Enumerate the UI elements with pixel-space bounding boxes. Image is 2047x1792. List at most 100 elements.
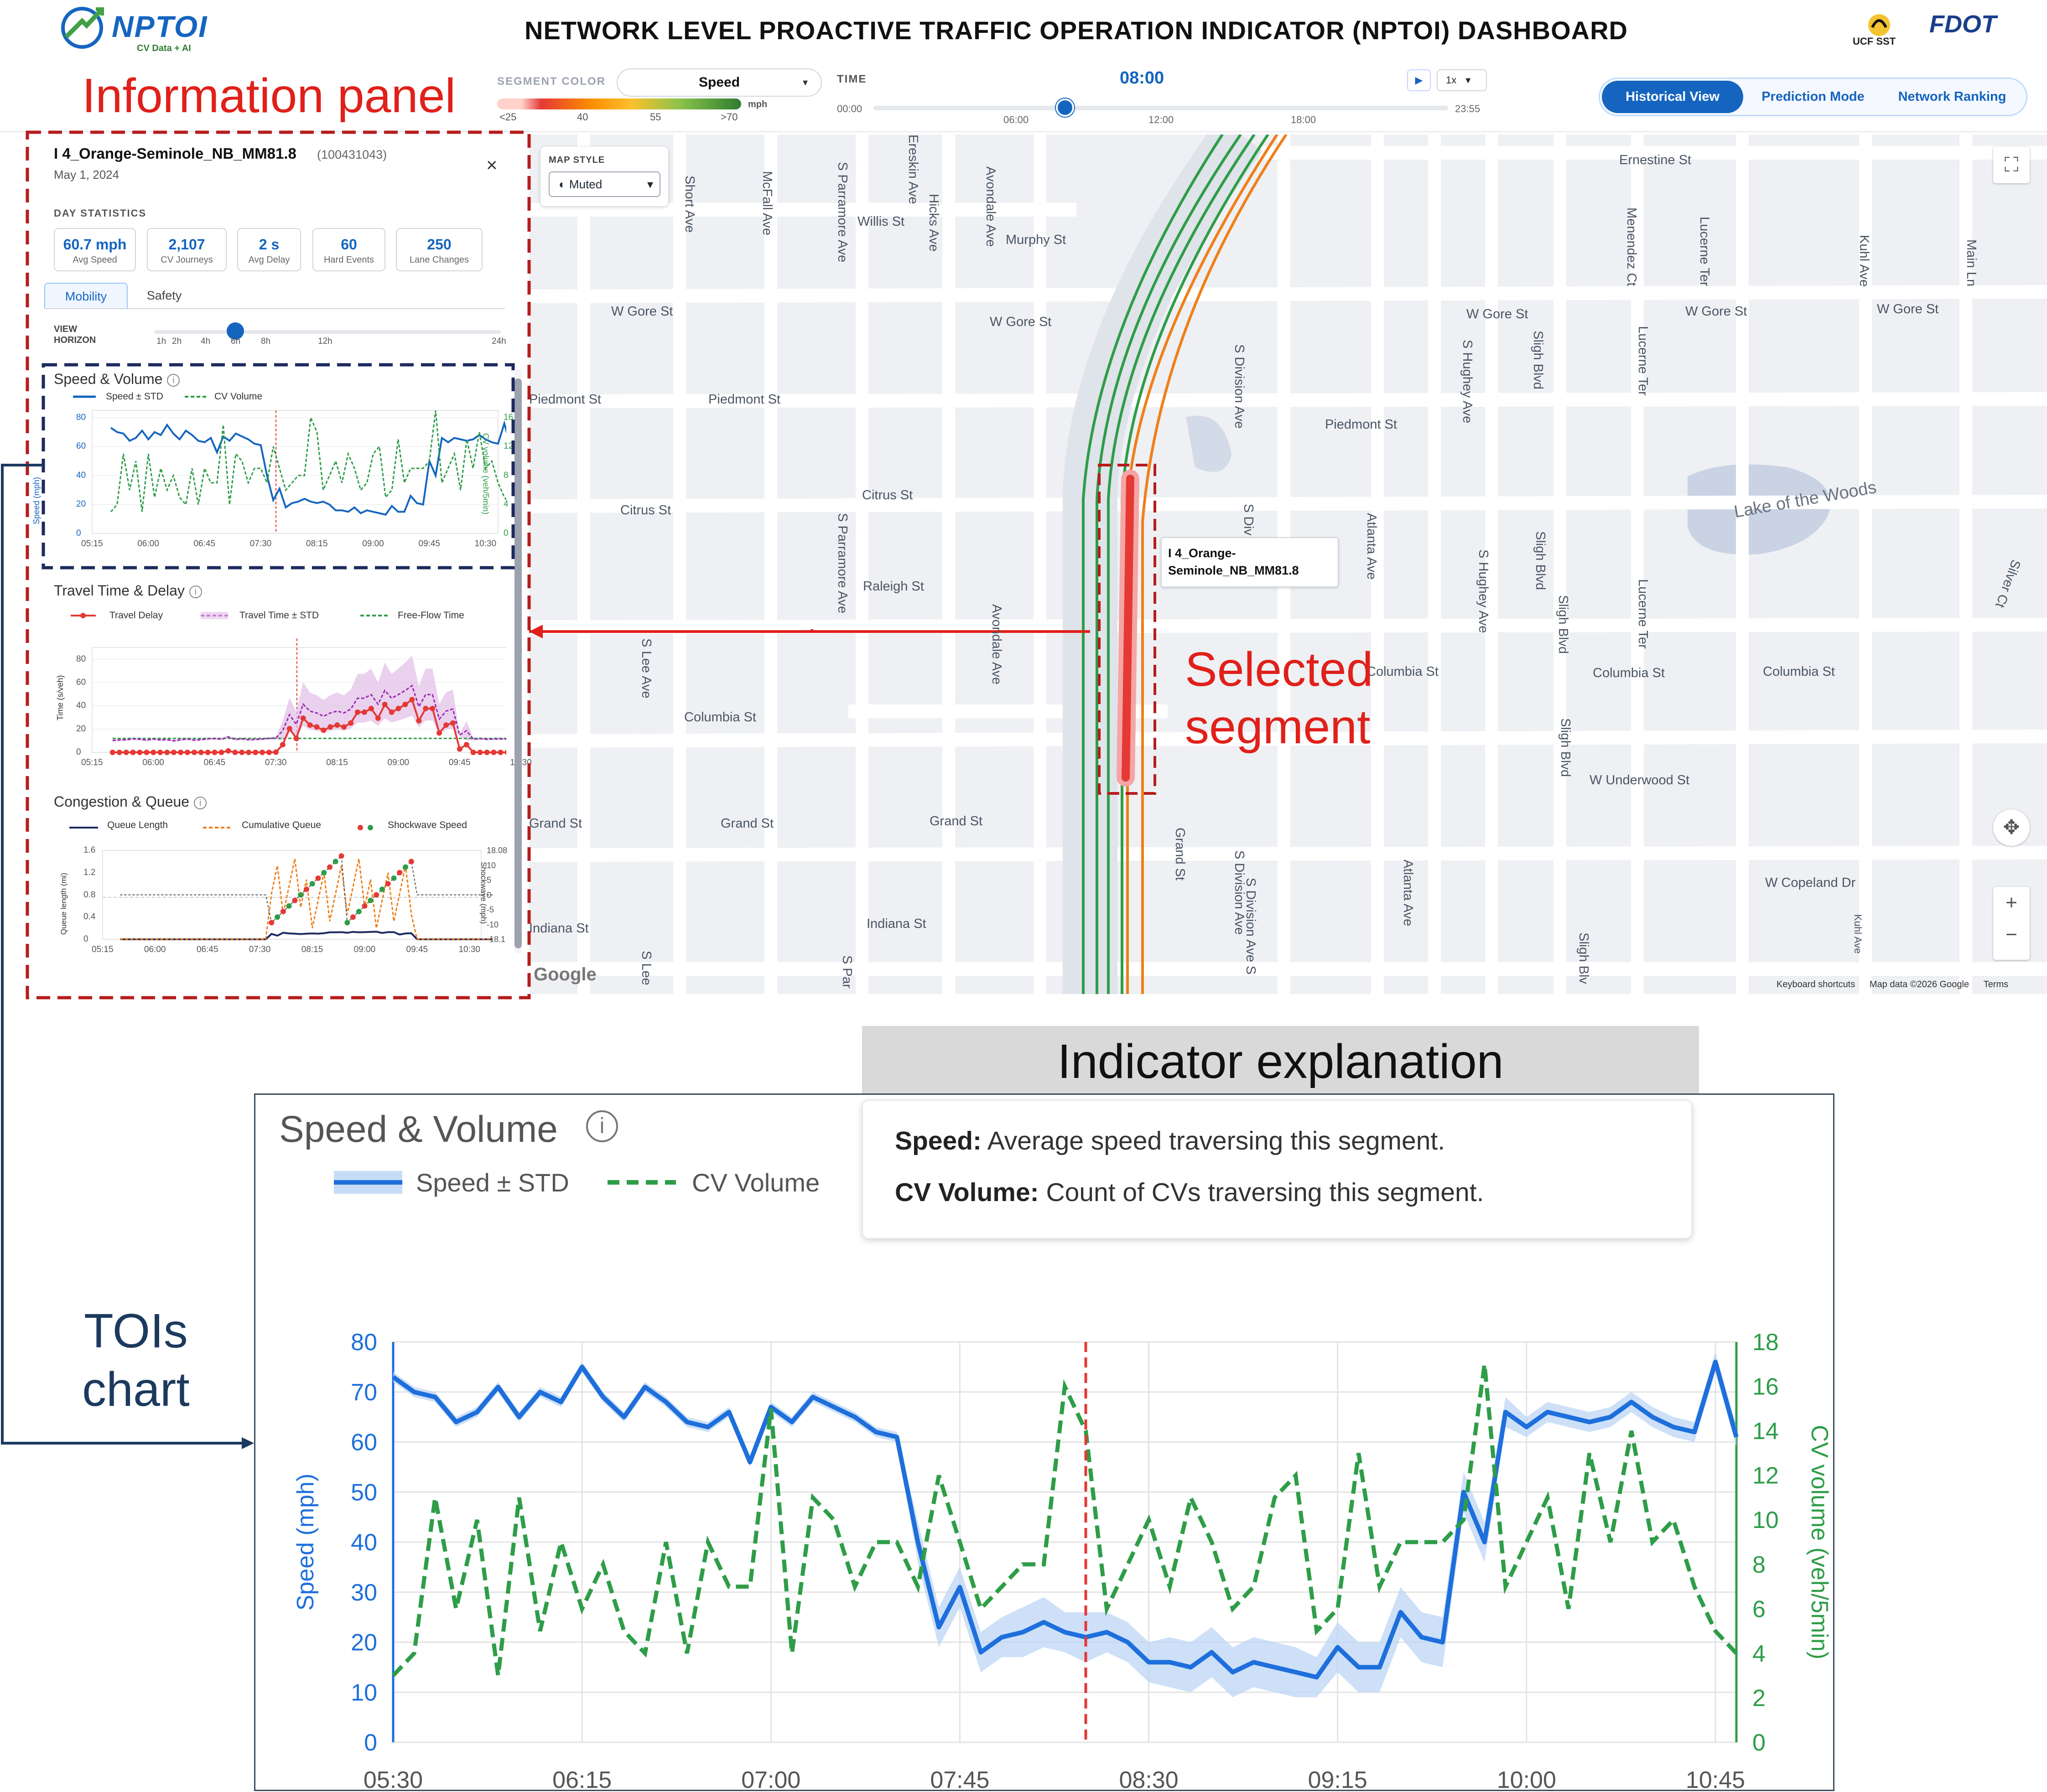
y-tick-left: 30 <box>351 1580 377 1606</box>
shockwave-point <box>391 875 397 881</box>
delay-point <box>260 750 265 755</box>
shockwave-point <box>368 897 374 903</box>
terms-link[interactable]: Terms <box>1984 979 2008 989</box>
info-icon[interactable]: i <box>194 796 207 809</box>
playback-speed-select[interactable]: 1x ▾ <box>1437 69 1487 91</box>
street-label: W Gore St <box>611 304 673 319</box>
street-label: Sligh Blvd <box>1533 531 1548 590</box>
zoom-out-icon[interactable]: − <box>1993 919 2030 951</box>
dashboard-screenshot: NPTOI CV Data + AI NETWORK LEVEL PROACTI… <box>0 0 2047 1792</box>
tab-mobility[interactable]: Mobility <box>44 283 128 309</box>
stat-card-lane-changes: 250 Lane Changes <box>396 228 483 271</box>
street-label: Hicks Ave <box>926 194 941 252</box>
delay-point <box>116 750 122 755</box>
y-tick-right: 18 <box>1752 1329 1779 1356</box>
x-tick: 07:45 <box>930 1767 989 1791</box>
shockwave-point <box>333 859 338 865</box>
street-label: W Gore St <box>990 315 1052 329</box>
street-label: Murphy St <box>1006 233 1066 247</box>
historical-view-button[interactable]: Historical View <box>1602 81 1743 113</box>
y-tick-left: 80 <box>351 1329 377 1356</box>
x-tick: 08:15 <box>326 758 348 767</box>
view-horizon-tick: 1h <box>156 337 166 346</box>
annotation-tois-chart: TOIs chart <box>82 1302 190 1419</box>
stat-card-avg-speed: 60.7 mph Avg Speed <box>54 228 136 271</box>
time-slider-track[interactable] <box>873 106 1448 110</box>
congestion-queue-title: Congestion & Queue i <box>54 793 207 810</box>
street-label: Grand St <box>529 816 582 831</box>
delay-point <box>246 750 252 755</box>
delay-point <box>266 750 272 755</box>
tab-safety[interactable]: Safety <box>137 283 192 309</box>
delay-point <box>184 750 190 755</box>
map-style-select[interactable]: ◐ Muted ▾ <box>549 171 660 197</box>
street-label: S Hughey Ave <box>1460 340 1475 424</box>
stat-card-avg-delay: 2 s Avg Delay <box>237 228 301 271</box>
x-tick: 09:45 <box>406 945 428 954</box>
y-tick-right: 18.08 <box>487 846 508 855</box>
y-tick-right: 4 <box>1752 1641 1766 1667</box>
street-label: Columbia St <box>1763 664 1835 679</box>
y-tick-left: 0 <box>364 1730 377 1756</box>
delay-point <box>375 715 381 721</box>
x-tick: 06:15 <box>552 1767 612 1791</box>
y-tick-left: 0 <box>83 934 88 944</box>
street-label: Columbia St <box>1593 666 1665 680</box>
delay-point <box>280 742 286 748</box>
delay-point <box>218 750 224 755</box>
view-horizon-slider-track[interactable] <box>154 330 501 334</box>
segment-date: May 1, 2024 <box>54 168 119 181</box>
street-label: Citrus St <box>620 503 671 518</box>
y-tick-right: -10 <box>487 920 499 929</box>
delay-point <box>144 750 150 755</box>
play-button[interactable]: ▶ <box>1407 69 1431 91</box>
street-label: Ernestine St <box>1619 153 1691 167</box>
shockwave-point <box>303 886 309 892</box>
shockwave-point <box>315 875 321 881</box>
fullscreen-icon[interactable]: ⛶ <box>1993 147 2030 183</box>
y-tick: 40 <box>76 700 86 710</box>
speed-volume-mini-chart <box>73 395 506 534</box>
y-tick-right: 0 <box>487 890 492 900</box>
street-label: S Parramore Ave <box>835 513 850 614</box>
y-tick-right: 8 <box>504 470 509 480</box>
y-tick-right: 6 <box>1752 1596 1766 1622</box>
delay-point <box>239 750 245 755</box>
street-label: Sligh Blvd <box>1531 331 1545 389</box>
delay-point <box>409 697 415 703</box>
annotation-line: segment <box>1185 700 1371 754</box>
x-tick: 07:30 <box>265 758 287 767</box>
info-icon[interactable]: i <box>167 373 180 387</box>
legend-label-speed: Speed ± STD <box>416 1168 569 1197</box>
delay-point <box>430 705 436 711</box>
pan-control-icon[interactable]: ✥ <box>1993 809 2030 846</box>
prediction-mode-button[interactable]: Prediction Mode <box>1747 81 1879 113</box>
x-tick: 07:00 <box>741 1767 800 1791</box>
street-label: Piedmont St <box>529 392 601 407</box>
time-slider-thumb[interactable] <box>1055 98 1074 117</box>
annotation-line: chart <box>82 1362 190 1416</box>
delay-point <box>164 750 170 755</box>
stat-label: Avg Speed <box>73 255 117 265</box>
panel-scrollbar-thumb[interactable] <box>514 378 522 948</box>
delay-point <box>293 735 299 741</box>
x-tick: 09:00 <box>353 945 376 954</box>
shockwave-point <box>385 881 391 887</box>
x-tick: 09:45 <box>418 539 440 549</box>
page-title: NETWORK LEVEL PROACTIVE TRAFFIC OPERATIO… <box>525 16 1628 45</box>
delay-point <box>109 750 115 755</box>
speed-volume-title: Speed & Volume i <box>54 371 180 388</box>
info-icon[interactable]: i <box>189 585 202 598</box>
delay-point <box>130 750 136 755</box>
stat-value: 250 <box>427 236 452 253</box>
shockwave-point <box>309 881 315 887</box>
network-ranking-button[interactable]: Network Ranking <box>1884 81 2021 113</box>
segment-color-select[interactable]: Speed <box>617 68 822 97</box>
zoom-in-icon[interactable]: + <box>1993 887 2030 919</box>
speed-color-scale <box>497 98 741 109</box>
y-axis-label-right: CV volume (veh/5min) <box>1806 1425 1833 1659</box>
close-icon[interactable]: × <box>486 154 498 176</box>
keyboard-shortcuts-link[interactable]: Keyboard shortcuts <box>1777 979 1855 989</box>
shockwave-point <box>344 920 350 926</box>
y-tick-right: 0 <box>1752 1730 1766 1756</box>
